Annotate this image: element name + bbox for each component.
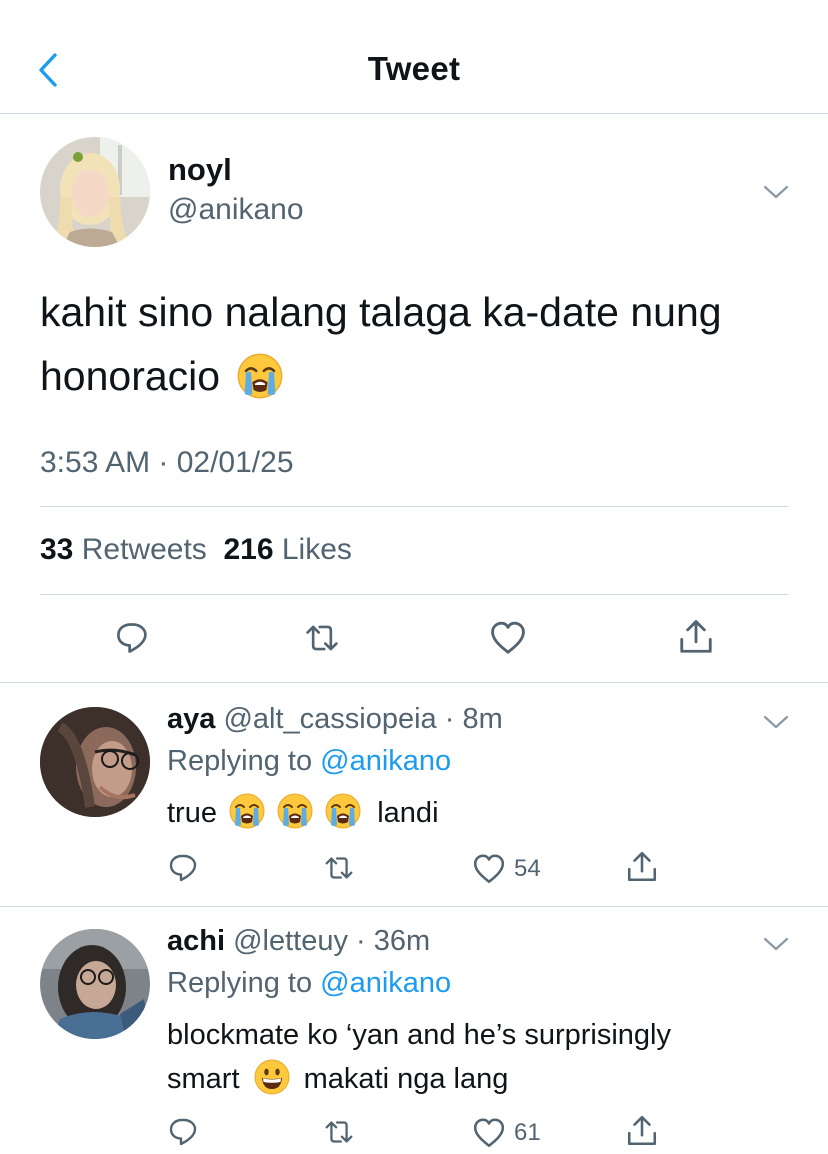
loudly-crying-face-emoji — [237, 353, 284, 400]
retweet-icon — [306, 625, 338, 651]
reply-like-count: 54 — [514, 855, 541, 882]
reply-share-button[interactable] — [625, 1114, 659, 1148]
reply-retweet-button[interactable] — [321, 1117, 357, 1147]
reply-separator: · — [356, 925, 366, 957]
like-icon — [473, 1118, 505, 1148]
retweet-button[interactable] — [300, 620, 344, 656]
retweets-label[interactable]: Retweets — [82, 533, 207, 566]
tweet-text: kahit sino nalang talaga ka-date nung ho… — [40, 280, 800, 408]
share-icon — [627, 1115, 657, 1146]
replying-to: Replying to @anikano — [167, 967, 451, 1000]
grinning-face-emoji — [254, 1059, 290, 1095]
tweet-text-line-2-wrap: honoracio — [40, 344, 800, 408]
retweets-count[interactable]: 33 — [40, 533, 73, 566]
tweet-author-name[interactable]: noyl — [168, 152, 232, 188]
reply-like-button[interactable]: 54 — [472, 852, 541, 886]
tweet-options-button[interactable] — [761, 182, 791, 202]
reply-time: 36m — [373, 925, 431, 957]
reply-author-handle[interactable]: @alt_cassiopeia — [223, 703, 436, 735]
reply-like-button[interactable]: 61 — [472, 1116, 541, 1150]
reply-icon — [169, 854, 197, 882]
loudly-crying-face-emoji — [229, 793, 266, 830]
reply-header: aya @alt_cassiopeia · 8m — [167, 703, 503, 736]
page-title: Tweet — [367, 50, 461, 87]
tweet-text-line-1: kahit sino nalang talaga ka-date nung — [40, 289, 722, 335]
top-nav-bar: Tweet — [0, 0, 828, 114]
reply-reply-button[interactable] — [168, 852, 200, 884]
divider — [0, 682, 828, 683]
replying-to-link[interactable]: @anikano — [320, 745, 451, 777]
retweet-icon — [325, 857, 353, 879]
share-button[interactable] — [675, 616, 717, 658]
like-icon — [473, 854, 505, 884]
retweet-icon — [325, 1121, 353, 1143]
chevron-down-icon — [763, 185, 789, 199]
reply-header: achi @letteuy · 36m — [167, 925, 430, 958]
likes-label[interactable]: Likes — [282, 533, 352, 566]
replying-to-link[interactable]: @anikano — [320, 967, 451, 999]
like-button[interactable] — [487, 618, 529, 658]
reply-author-name[interactable]: achi — [167, 925, 225, 957]
reply-author-handle[interactable]: @letteuy — [233, 925, 348, 957]
reply-retweet-button[interactable] — [321, 853, 357, 883]
reply-icon — [117, 623, 147, 653]
reply-text-line-2b: makati nga lang — [303, 1063, 509, 1095]
reply-button[interactable] — [113, 618, 153, 658]
reply-options-button[interactable] — [761, 934, 791, 954]
reply-text: true landi — [167, 791, 787, 835]
reply-share-button[interactable] — [625, 850, 659, 884]
share-icon — [680, 620, 712, 653]
tweet-author-avatar[interactable] — [40, 137, 150, 247]
tweet-text-line-2: honoracio — [40, 353, 221, 399]
divider — [40, 594, 788, 595]
reply-avatar[interactable] — [40, 707, 150, 817]
replying-to: Replying to @anikano — [167, 745, 451, 778]
reply-time: 8m — [462, 703, 503, 735]
replying-to-prefix: Replying to — [167, 745, 313, 777]
reply-text-part-a: true — [167, 797, 217, 829]
reply-author-name[interactable]: aya — [167, 703, 215, 735]
reply-like-count: 61 — [514, 1119, 541, 1146]
loudly-crying-face-emoji — [277, 793, 314, 830]
reply-icon — [169, 1118, 197, 1146]
reply-text-line-2a: smart — [167, 1063, 240, 1095]
reply-text-part-b: landi — [377, 797, 439, 829]
tweet-author-handle[interactable]: @anikano — [168, 193, 304, 227]
reply-text-line-2: smart makati nga lang — [167, 1057, 787, 1101]
likes-count[interactable]: 216 — [223, 533, 273, 566]
tweet-timestamp: 3:53 AM · 02/01/25 — [40, 446, 294, 479]
chevron-down-icon — [763, 715, 789, 729]
reply-avatar[interactable] — [40, 929, 150, 1039]
like-icon — [491, 621, 525, 654]
reply-options-button[interactable] — [761, 712, 791, 732]
reply-text: blockmate ko ‘yan and he’s surprisingly … — [167, 1013, 787, 1101]
tweet-stats: 33 Retweets 216 Likes — [40, 533, 352, 567]
reply-reply-button[interactable] — [168, 1116, 200, 1148]
reply-separator: · — [444, 703, 455, 735]
loudly-crying-face-emoji — [325, 793, 362, 830]
chevron-down-icon — [763, 937, 789, 951]
share-icon — [627, 851, 657, 882]
reply-text-line-1: blockmate ko ‘yan and he’s surprisingly — [167, 1019, 672, 1051]
divider — [0, 906, 828, 907]
replying-to-prefix: Replying to — [167, 967, 313, 999]
divider — [40, 506, 788, 507]
